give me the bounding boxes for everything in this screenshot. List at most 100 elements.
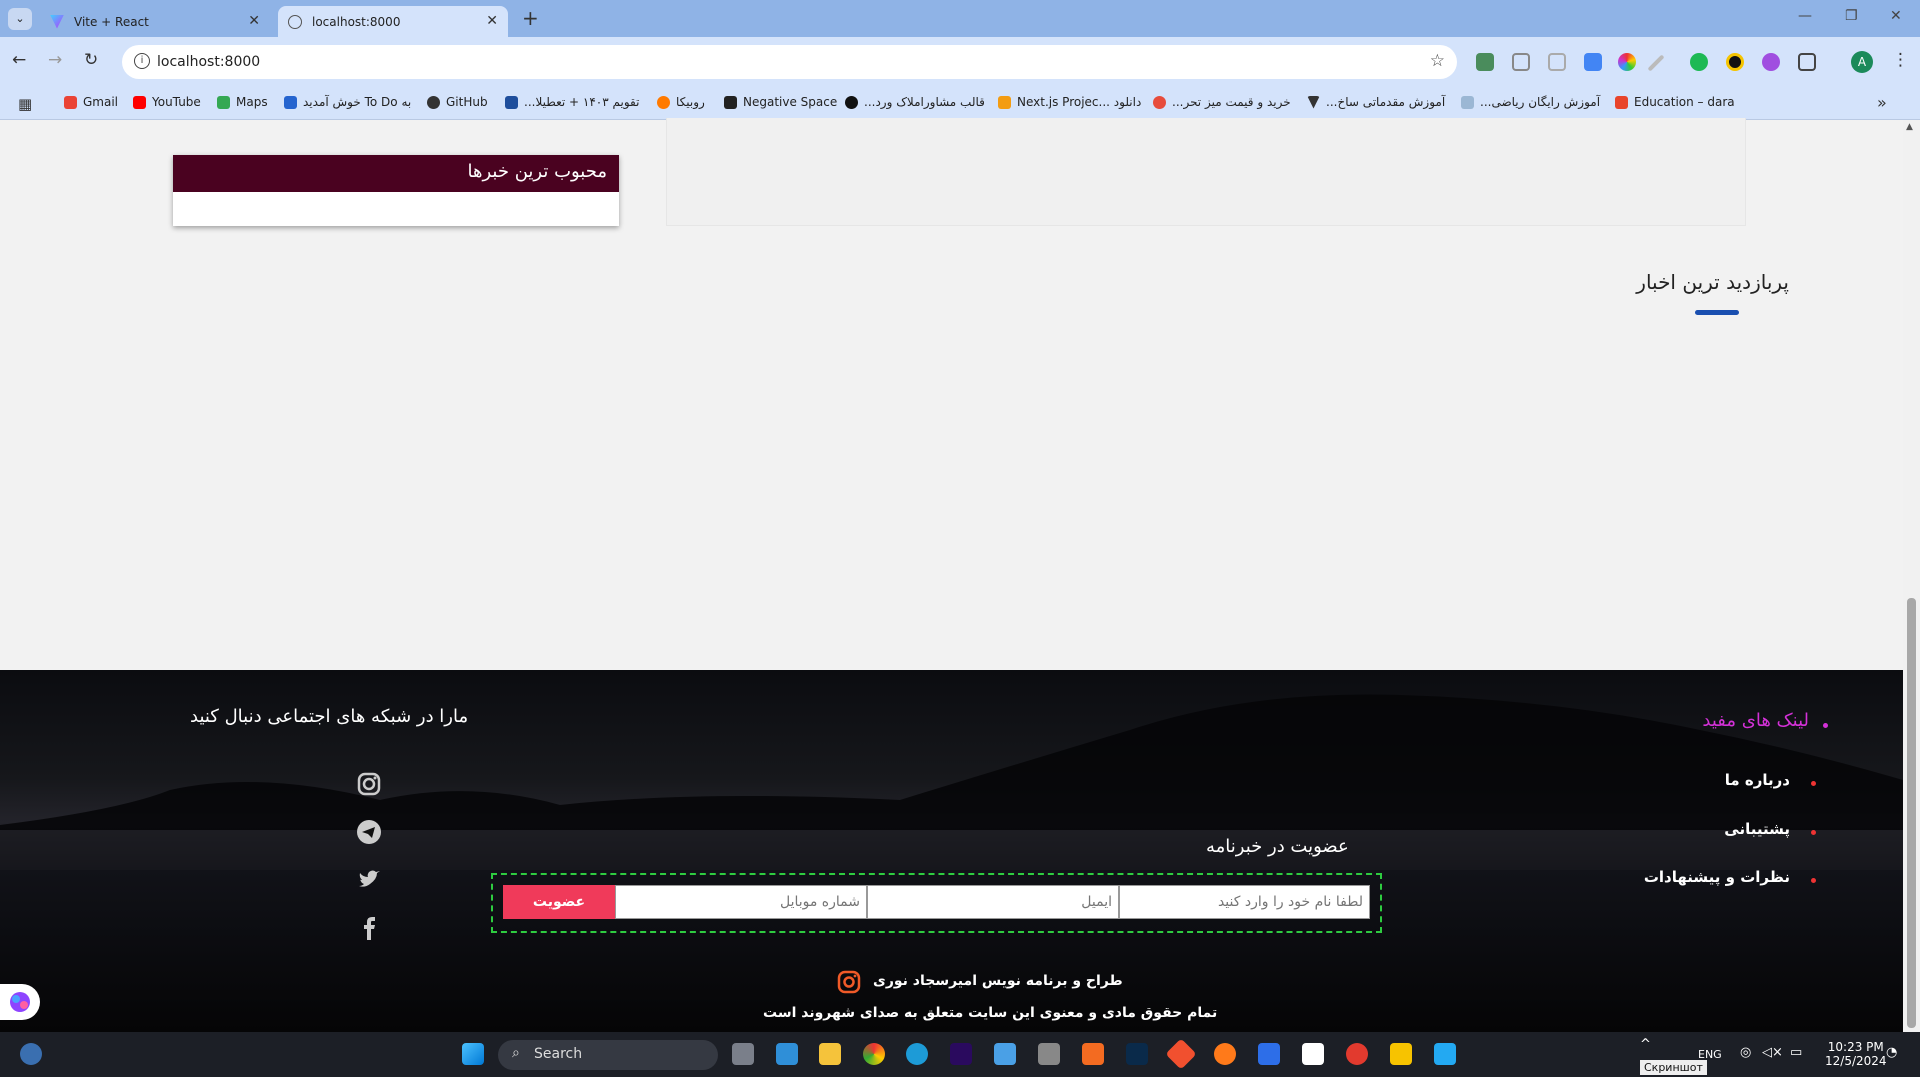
telegram-icon[interactable] [355,818,383,846]
screenshot-ext-icon[interactable] [1548,53,1566,71]
check-icon[interactable] [1690,53,1708,71]
bookmark-star-icon[interactable]: ☆ [1430,51,1445,71]
profile-avatar[interactable]: A [1851,51,1873,73]
github-icon [427,95,440,109]
site-info-icon[interactable]: i [134,53,150,69]
tab-localhost[interactable]: localhost:8000 ✕ [278,6,508,37]
wallet-icon[interactable] [1726,53,1744,71]
premiere-icon[interactable] [950,1043,972,1065]
forward-arrow-icon[interactable]: → [48,50,62,70]
bookmark-template[interactable]: قالب مشاوراملاک ورد... [845,95,985,109]
footer-link-support[interactable]: پشتیبانی [1724,820,1790,838]
store-icon[interactable] [994,1043,1016,1065]
bookmark-maps[interactable]: Maps [217,95,268,109]
translate-icon[interactable] [1584,53,1602,71]
bookmark-gmail[interactable]: Gmail [64,95,118,109]
postman-icon[interactable] [1214,1043,1236,1065]
edge-icon[interactable] [906,1043,928,1065]
clock[interactable]: 10:23 PM 12/5/2024 [1825,1040,1887,1068]
mobile-input[interactable] [615,885,867,919]
network-icon[interactable]: ◎ [1740,1045,1751,1060]
screenshot-tooltip: Скриншот [1640,1060,1707,1075]
bing-icon [505,95,518,109]
bookmark-math[interactable]: آموزش رایگان ریاضی... [1461,95,1600,109]
chat-widget-button[interactable] [0,984,40,1020]
bookmark-negative-space[interactable]: Negative Space [724,95,837,109]
minimize-button[interactable]: — [1798,8,1812,24]
footer-link-about[interactable]: درباره ما [1725,771,1790,789]
notification-bell-icon[interactable]: ◔ [1886,1045,1897,1060]
language-indicator[interactable]: ENG [1698,1048,1722,1061]
security-shield-icon[interactable] [1258,1043,1280,1065]
color-picker-icon[interactable] [1618,53,1636,71]
restore-button[interactable]: ❐ [1845,8,1858,24]
bookmark-calendar[interactable]: تقویم ۱۴۰۳ + تعطیلا... [505,95,639,109]
tab-vite-react[interactable]: Vite + React ✕ [40,6,270,37]
footer-link-feedback[interactable]: نظرات و پیشنهادات [1644,868,1790,886]
wordpress-icon [845,95,858,109]
bookmark-education[interactable]: Education – dara [1615,95,1735,109]
close-icon[interactable]: ✕ [248,13,260,29]
bookmark-desk[interactable]: خرید و قیمت میز تحر... [1153,95,1291,109]
bookmark-tutorial[interactable]: آموزش مقدماتی ساخ... [1307,95,1445,109]
chrome-icon[interactable] [863,1043,885,1065]
battery-icon[interactable]: ▭ [1790,1045,1802,1060]
window-close-button[interactable]: ✕ [1890,8,1902,24]
tab-strip: ⌄ Vite + React ✕ localhost:8000 ✕ + — ❐ … [0,0,1920,37]
medium-icon[interactable] [1302,1043,1324,1065]
tab-title: Vite + React [74,14,149,29]
new-tab-button[interactable]: + [522,6,539,30]
recorder-icon[interactable] [1346,1043,1368,1065]
xampp-icon[interactable] [1082,1043,1104,1065]
windows-start-icon[interactable] [462,1043,484,1065]
instagram-icon[interactable] [836,969,862,995]
address-bar[interactable]: i localhost:8000 ☆ [122,45,1457,79]
menu-dots-icon[interactable]: ⋮ [1892,50,1909,70]
tab-search-button[interactable]: ⌄ [8,8,32,30]
bookmark-github[interactable]: GitHub [427,95,488,109]
snipping-icon[interactable] [776,1043,798,1065]
bookmark-rubika[interactable]: روبیکا [657,95,705,109]
facebook-icon[interactable] [355,914,383,942]
address-url[interactable]: localhost:8000 [157,54,260,70]
task-view-icon[interactable] [732,1043,754,1065]
apps-grid-icon[interactable]: ▦ [18,95,32,113]
download-icon [998,95,1011,109]
volume-muted-icon[interactable]: ◁× [1762,1045,1783,1060]
name-input[interactable] [1119,885,1370,919]
chrome-dev-icon[interactable] [1390,1043,1412,1065]
instagram-icon[interactable] [355,770,383,798]
shield-icon[interactable] [1512,53,1530,71]
git-icon[interactable] [1165,1038,1197,1070]
close-icon[interactable]: ✕ [486,13,498,29]
subscribe-button[interactable]: عضویت [503,885,615,919]
popular-news-title: محبوب ترین خبرها [173,155,619,192]
bullet-icon [1811,878,1816,883]
more-bookmarks-icon[interactable]: » [1877,93,1887,112]
vscode-icon[interactable] [1434,1043,1456,1065]
weather-icon[interactable] [20,1043,42,1065]
bookmark-todo[interactable]: به To Do خوش آمدید [284,95,411,109]
twitter-icon[interactable] [355,866,383,894]
bookmark-nextjs[interactable]: Next.js Projec... دانلود [998,95,1141,109]
taskbar-search[interactable]: Search [498,1040,718,1070]
bookmark-youtube[interactable]: YouTube [133,95,201,109]
chevron-up-icon[interactable]: ^ [1640,1037,1651,1052]
scrollbar-thumb[interactable] [1907,598,1916,1028]
date-text: 12/5/2024 [1825,1054,1887,1068]
designer-credit: طراح و برنامه نویس امیرسجاد نوری [873,973,1123,989]
file-explorer-icon[interactable] [819,1043,841,1065]
email-input[interactable] [867,885,1119,919]
photoshop-icon[interactable] [1126,1043,1148,1065]
reload-icon[interactable]: ↻ [84,50,98,70]
camera-icon[interactable] [1038,1043,1060,1065]
copyright-text: تمام حقوق مادی و معنوی این سایت متعلق به… [763,1005,1218,1021]
brain-icon[interactable] [1762,53,1780,71]
scroll-up-arrow-icon[interactable]: ▲ [1906,122,1913,132]
extensions-puzzle-icon[interactable] [1798,53,1816,71]
back-arrow-icon[interactable]: ← [12,50,26,70]
bullet-icon [1823,723,1828,728]
rubika-icon [657,95,670,109]
youtube-icon [133,95,146,109]
extension-badge-icon[interactable] [1476,53,1494,71]
